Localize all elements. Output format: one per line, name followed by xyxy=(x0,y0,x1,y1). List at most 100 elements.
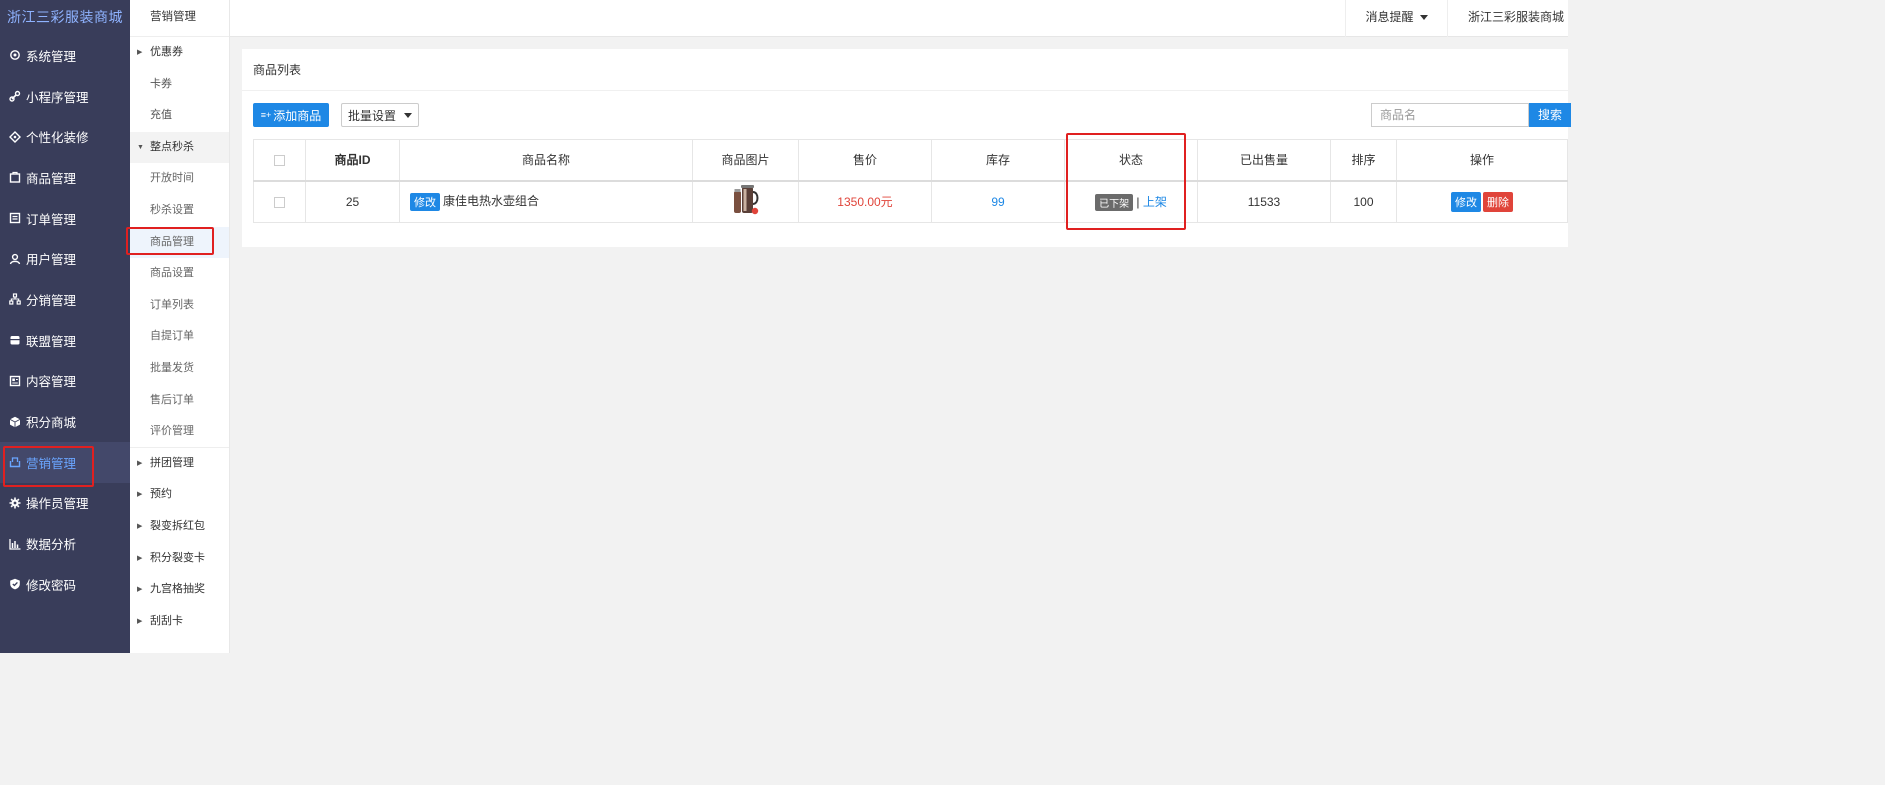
sidebar-item-decoration[interactable]: 个性化装修 xyxy=(0,116,130,157)
add-goods-button[interactable]: ≡+ 添加商品 xyxy=(253,103,329,127)
subnav-item-label: 秒杀设置 xyxy=(150,203,194,216)
subnav-item-goods-settings[interactable]: 商品设置 xyxy=(130,258,229,290)
delete-button[interactable]: 删除 xyxy=(1483,191,1513,212)
sidebar-item-points-mall[interactable]: 积分商城 xyxy=(0,401,130,442)
subnav-item-scratch-card[interactable]: ▶ 刮刮卡 xyxy=(130,606,229,638)
kettle-thumbnail[interactable] xyxy=(731,184,761,219)
subnav-item-after-sales[interactable]: 售后订单 xyxy=(130,385,229,417)
goods-id-cell: 25 xyxy=(305,180,400,223)
caret-right-icon: ▶ xyxy=(137,617,143,625)
subnav-item-batch-ship[interactable]: 批量发货 xyxy=(130,353,229,385)
sidebar-item-label: 积分商城 xyxy=(26,416,77,431)
caret-right-icon: ▶ xyxy=(137,586,143,594)
caret-right-icon: ▶ xyxy=(137,637,142,645)
caret-right-icon: ▶ xyxy=(137,554,143,562)
sidebar-item-alliance[interactable]: 联盟管理 xyxy=(0,320,130,361)
app-logo[interactable]: 浙江三彩服装商城 xyxy=(0,0,130,35)
subnav-item-open-time[interactable]: 开放时间 xyxy=(130,163,229,195)
subnav-item-goods-management[interactable]: 商品管理 xyxy=(130,226,229,259)
status-cell: 已下架 | 上架 xyxy=(1064,180,1198,223)
subnav-item-coupons[interactable]: ▶ 优惠券 xyxy=(130,37,229,69)
edit-name-tag[interactable]: 修改 xyxy=(410,193,440,212)
list-on-shelf-link[interactable]: 上架 xyxy=(1143,195,1167,209)
row-select-cell[interactable] xyxy=(253,180,306,223)
goods-name-cell: 修改 康佳电热水壶组合 xyxy=(399,180,693,223)
sidebar-item-label: 用户管理 xyxy=(26,253,77,268)
sidebar-item-goods[interactable]: 商品管理 xyxy=(0,157,130,198)
sidebar-item-label: 个性化装修 xyxy=(26,131,89,146)
search-button[interactable]: 搜索 xyxy=(1529,103,1571,127)
subnav-item-label: 批量发货 xyxy=(150,361,194,374)
settings-icon xyxy=(8,49,21,62)
row-checkbox[interactable] xyxy=(274,197,285,209)
subnav-item-label: 整点秒杀 xyxy=(150,140,194,153)
subnav-item-order-list[interactable]: 订单列表 xyxy=(130,290,229,322)
sidebar-item-label: 数据分析 xyxy=(26,538,77,553)
caret-right-icon: ▶ xyxy=(137,49,143,56)
sidebar-item-label: 联盟管理 xyxy=(26,334,77,349)
gear-icon xyxy=(8,496,21,509)
messages-dropdown[interactable]: 消息提醒 xyxy=(1345,0,1447,37)
sidebar-item-miniprogram[interactable]: 小程序管理 xyxy=(0,76,130,117)
subnav-item-recharge[interactable]: 充值 xyxy=(130,100,229,132)
sidebar-item-label: 系统管理 xyxy=(26,49,77,64)
subnav-item-bargain[interactable]: ▶砍价 xyxy=(130,637,229,645)
subnav-item-red-packet[interactable]: ▶ 裂变拆红包 xyxy=(130,511,229,543)
subnav-item-reviews[interactable]: 评价管理 xyxy=(130,416,229,448)
header-select-all[interactable] xyxy=(253,139,306,181)
sidebar-item-users[interactable]: 用户管理 xyxy=(0,238,130,279)
batch-settings-dropdown[interactable]: 批量设置 xyxy=(341,103,419,127)
caret-right-icon: ▶ xyxy=(137,522,143,530)
subnav-item-flash-sale[interactable]: ▼ 整点秒杀 xyxy=(130,131,229,164)
sidebar-item-marketing[interactable]: 营销管理 xyxy=(0,441,130,483)
chevron-down-icon xyxy=(1419,15,1428,21)
sidebar-item-system[interactable]: 系统管理 xyxy=(0,35,130,76)
marketing-icon xyxy=(8,456,21,469)
goods-table: 商品ID 商品名称 商品图片 售价 库存 状态 已出售量 排序 操作 25 修改… xyxy=(253,139,1568,223)
subnav-item-label: 预约 xyxy=(150,488,172,501)
subnav-item-label: 售后订单 xyxy=(150,393,194,406)
subnav-item-flash-settings[interactable]: 秒杀设置 xyxy=(130,195,229,227)
sidebar-item-label: 分销管理 xyxy=(26,293,77,308)
top-bar: 消息提醒 浙江三彩服装商城 xyxy=(230,0,1568,37)
subnav-item-group-buy[interactable]: ▶ 拼团管理 xyxy=(130,448,229,480)
subnav-item-label: 开放时间 xyxy=(150,172,194,185)
add-icon: ≡+ xyxy=(260,110,272,120)
sidebar-item-distribution[interactable]: 分销管理 xyxy=(0,279,130,320)
status-separator: | xyxy=(1136,194,1140,209)
sold-count-cell: 11533 xyxy=(1197,180,1331,223)
sidebar-item-label: 操作员管理 xyxy=(26,497,89,512)
sidebar-item-operators[interactable]: 操作员管理 xyxy=(0,483,130,524)
sidebar-item-content[interactable]: 内容管理 xyxy=(0,361,130,402)
table-header-row: 商品ID 商品名称 商品图片 售价 库存 状态 已出售量 排序 操作 xyxy=(253,139,1568,181)
sidebar-item-change-password[interactable]: 修改密码 xyxy=(0,564,130,605)
subnav-item-label: 商品管理 xyxy=(150,235,194,248)
search-input[interactable] xyxy=(1371,103,1529,127)
goods-name: 康佳电热水壶组合 xyxy=(443,194,540,209)
edit-button[interactable]: 修改 xyxy=(1451,191,1481,212)
subnav-item-label: 积分裂变卡 xyxy=(150,551,205,564)
header-sold: 已出售量 xyxy=(1197,139,1331,181)
messages-label: 消息提醒 xyxy=(1365,10,1414,24)
sidebar-item-orders[interactable]: 订单管理 xyxy=(0,198,130,239)
goods-image-cell xyxy=(692,180,799,223)
subnav-item-label: 自提订单 xyxy=(150,330,194,343)
chevron-down-icon xyxy=(404,112,412,118)
subnav-item-pickup-orders[interactable]: 自提订单 xyxy=(130,321,229,353)
select-all-checkbox[interactable] xyxy=(274,155,285,167)
sidebar-item-label: 营销管理 xyxy=(26,456,77,471)
goods-list-card: 商品列表 ≡+添加商品 批量设置 搜索 商品ID 商品名称 商品图片 售价 库存… xyxy=(242,49,1571,247)
subnav-item-cards[interactable]: 卡券 xyxy=(130,69,229,101)
batch-settings-label: 批量设置 xyxy=(347,108,396,123)
stock-cell[interactable]: 99 xyxy=(931,180,1065,223)
sidebar-item-analytics[interactable]: 数据分析 xyxy=(0,523,130,564)
add-goods-label: 添加商品 xyxy=(273,108,322,123)
subnav-item-lottery[interactable]: ▶ 九宫格抽奖 xyxy=(130,574,229,606)
list-icon xyxy=(8,212,21,225)
subnav-item-booking[interactable]: ▶ 预约 xyxy=(130,479,229,511)
sub-sidebar: 营销管理 ▶ 优惠券 卡券 充值 ▼ 整点秒杀 开放时间 秒杀设置 商品管理 商品设… xyxy=(130,0,230,653)
network-icon xyxy=(8,293,21,306)
user-menu[interactable]: 浙江三彩服装商城 xyxy=(1447,0,1568,37)
subnav-item-points-card[interactable]: ▶ 积分裂变卡 xyxy=(130,543,229,575)
subnav-item-label: 卡券 xyxy=(150,77,172,90)
